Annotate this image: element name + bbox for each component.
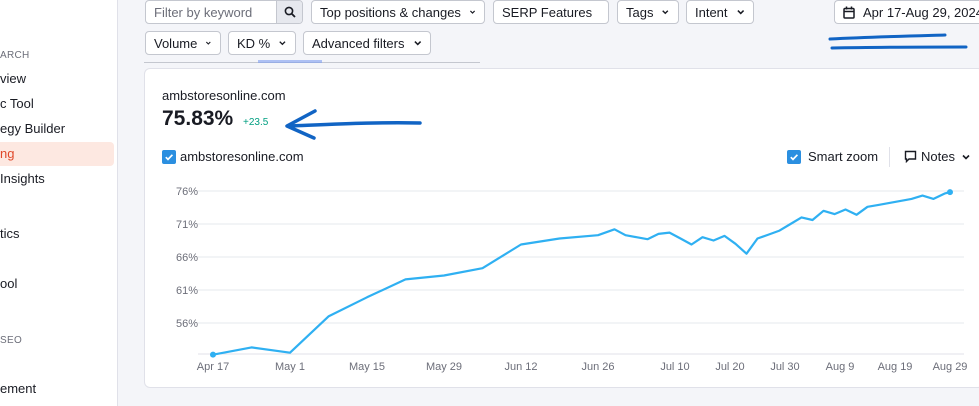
- y-tick-label: 66%: [176, 252, 198, 264]
- date-range-label: Apr 17-Aug 29, 2024: [863, 4, 979, 20]
- y-tick-label: 61%: [176, 285, 198, 297]
- tags-filter[interactable]: Tags: [617, 0, 679, 24]
- smart-zoom-toggle[interactable]: Smart zoom: [787, 149, 878, 164]
- sidebar-item-overview[interactable]: view: [0, 71, 26, 86]
- sidebar: ARCH view c Tool egy Builder ng Insights…: [0, 0, 118, 406]
- chevron-down-icon: [662, 10, 669, 15]
- kd-label: KD %: [237, 35, 271, 51]
- keyword-filter-box: [145, 0, 303, 24]
- chevron-down-icon: [279, 41, 286, 46]
- x-tick-label: Aug 9: [826, 361, 855, 373]
- chevron-down-icon: [206, 41, 212, 45]
- x-tick-label: Aug 29: [933, 361, 968, 373]
- advanced-filters-label: Advanced filters: [312, 35, 405, 51]
- keyword-filter-input[interactable]: [146, 1, 276, 23]
- active-tab-indicator: [258, 60, 322, 63]
- date-range-button[interactable]: Apr 17-Aug 29, 2024: [834, 0, 979, 24]
- sidebar-item-keyword-magic-tool[interactable]: c Tool: [0, 96, 34, 111]
- top-positions-label: Top positions & changes: [320, 4, 461, 20]
- visibility-value: 75.83%: [162, 107, 234, 130]
- series-start-point: [210, 351, 216, 358]
- kd-filter[interactable]: KD %: [228, 31, 296, 55]
- sidebar-item-tool[interactable]: ool: [0, 276, 17, 291]
- y-tick-label: 76%: [176, 186, 198, 198]
- y-tick-label: 71%: [176, 219, 198, 231]
- checkmark-icon: [165, 153, 174, 161]
- chevron-down-icon: [469, 10, 475, 14]
- sidebar-item-insights[interactable]: Insights: [0, 171, 45, 186]
- x-tick-label: Jul 30: [770, 361, 799, 373]
- sidebar-item-management[interactable]: ement: [0, 381, 36, 396]
- search-button[interactable]: [276, 1, 302, 23]
- notes-label: Notes: [921, 149, 955, 164]
- series-legend-label: ambstoresonline.com: [180, 149, 304, 164]
- visibility-chart: 76% 71% 66% 61% 56% Apr 17 May 1 May 15 May 29 Ju…: [176, 186, 968, 373]
- intent-filter[interactable]: Intent: [686, 0, 754, 24]
- serp-features-filter[interactable]: SERP Features: [493, 0, 609, 24]
- series-checkbox[interactable]: [162, 149, 176, 164]
- sidebar-item-position-tracking[interactable]: ng: [0, 142, 114, 166]
- note-icon: [904, 150, 917, 163]
- domain-title: ambstoresonline.com: [162, 88, 286, 103]
- sidebar-section-search: ARCH: [0, 50, 30, 61]
- top-positions-filter[interactable]: Top positions & changes: [311, 0, 485, 24]
- smart-zoom-label: Smart zoom: [808, 149, 879, 164]
- search-icon: [284, 6, 296, 18]
- sidebar-item-strategy-builder[interactable]: egy Builder: [0, 121, 65, 136]
- chevron-down-icon: [413, 41, 421, 46]
- x-tick-label: Jun 26: [581, 361, 614, 373]
- x-tick-label: Apr 17: [197, 361, 229, 373]
- sidebar-section-seo: SEO: [0, 335, 23, 346]
- toolbar-divider: [889, 147, 890, 167]
- sidebar-item-analytics[interactable]: tics: [0, 226, 20, 241]
- checkmark-icon: [790, 153, 799, 161]
- advanced-filters-button[interactable]: Advanced filters: [303, 31, 431, 55]
- y-tick-label: 56%: [176, 318, 198, 330]
- chevron-down-icon: [962, 154, 970, 160]
- x-tick-label: May 15: [349, 361, 385, 373]
- x-tick-label: Jun 12: [504, 361, 537, 373]
- serp-features-label: SERP Features: [502, 4, 593, 20]
- volume-label: Volume: [154, 35, 198, 51]
- calendar-icon: [843, 6, 855, 19]
- smart-zoom-checkbox[interactable]: [787, 149, 801, 164]
- chevron-down-icon: [736, 10, 744, 15]
- intent-label: Intent: [695, 4, 728, 20]
- x-tick-label: May 1: [275, 361, 305, 373]
- sidebar-item-label: ng: [0, 146, 15, 161]
- x-tick-label: Jul 20: [715, 361, 744, 373]
- visibility-delta: +23.5: [243, 117, 269, 128]
- tags-label: Tags: [626, 4, 654, 20]
- series-end-point: [947, 189, 953, 196]
- series-line: [212, 191, 951, 356]
- notes-button[interactable]: Notes: [904, 149, 975, 164]
- x-tick-label: May 29: [426, 361, 462, 373]
- volume-filter[interactable]: Volume: [145, 31, 221, 55]
- x-tick-label: Jul 10: [660, 361, 689, 373]
- x-tick-label: Aug 19: [878, 361, 913, 373]
- series-legend[interactable]: ambstoresonline.com: [162, 149, 304, 164]
